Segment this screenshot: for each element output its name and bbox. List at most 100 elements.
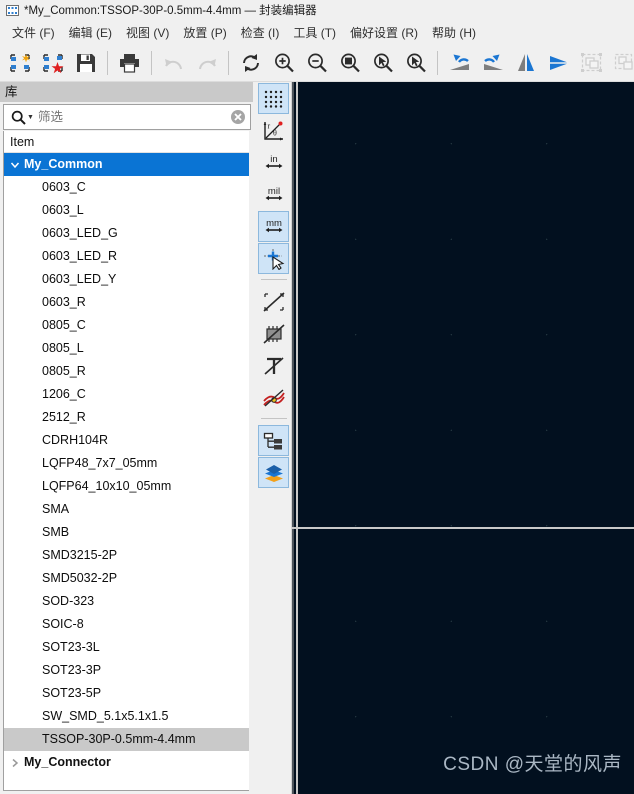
- chevron-down-icon[interactable]: [6, 160, 24, 170]
- search-icon[interactable]: [7, 110, 29, 125]
- menu-view[interactable]: 视图 (V): [119, 22, 176, 43]
- tree-group-my_connector[interactable]: My_Connector: [4, 751, 250, 774]
- canvas-left-rail: [292, 82, 294, 794]
- zoom-fit-icon[interactable]: [333, 46, 366, 80]
- zoom-selection-icon[interactable]: [399, 46, 432, 80]
- mirror-horizontal-icon[interactable]: [509, 46, 542, 80]
- library-tree[interactable]: Item My_Common 0603_C 0603_L 0603_LED_G 0603…: [3, 131, 251, 791]
- tree-item-sma[interactable]: SMA: [4, 498, 250, 521]
- mirror-vertical-icon[interactable]: [542, 46, 575, 80]
- tree-item-0805-l[interactable]: 0805_L: [4, 337, 250, 360]
- menu-edit[interactable]: 编辑 (E): [62, 22, 119, 43]
- tree-item-label: SMA: [42, 502, 70, 516]
- redo-icon[interactable]: [190, 46, 223, 80]
- canvas-grid-dots: [292, 82, 634, 794]
- zoom-in-icon[interactable]: [267, 46, 300, 80]
- tree-item-sot23-3l[interactable]: SOT23-3L: [4, 636, 250, 659]
- tree-item-smb[interactable]: SMB: [4, 521, 250, 544]
- show-graphic-outline-icon[interactable]: [258, 382, 289, 413]
- title-bar: *My_Common:TSSOP-30P-0.5mm-4.4mm — 封装编辑器: [0, 0, 634, 20]
- footprint-tree-icon[interactable]: [258, 425, 289, 456]
- tree-item-smd5032-2p[interactable]: SMD5032-2P: [4, 567, 250, 590]
- zoom-to-objects-icon[interactable]: [366, 46, 399, 80]
- show-text-sketch-icon[interactable]: [258, 350, 289, 381]
- window-title: *My_Common:TSSOP-30P-0.5mm-4.4mm — 封装编辑器: [24, 5, 317, 17]
- units-inches-icon[interactable]: in: [258, 147, 289, 178]
- tree-item-2512-r[interactable]: 2512_R: [4, 406, 250, 429]
- undo-icon[interactable]: [157, 46, 190, 80]
- rotate-cw-icon[interactable]: [476, 46, 509, 80]
- search-input[interactable]: [37, 110, 226, 124]
- layers-manager-icon[interactable]: [258, 457, 289, 488]
- tree-item-sw-smd-5-1x5-1x1-5[interactable]: SW_SMD_5.1x5.1x1.5: [4, 705, 250, 728]
- tree-group-my_common[interactable]: My_Common: [4, 153, 250, 176]
- tree-item-0603-led-r[interactable]: 0603_LED_R: [4, 245, 250, 268]
- polar-coordinates-icon[interactable]: r θ: [258, 115, 289, 146]
- menu-tools[interactable]: 工具 (T): [286, 22, 343, 43]
- tree-item-label: SOIC-8: [42, 617, 84, 631]
- zoom-out-icon[interactable]: [300, 46, 333, 80]
- tree-item-label: 0603_C: [42, 180, 86, 194]
- left-toolbar: r θ in mil mm: [256, 82, 292, 794]
- tree-item-0805-c[interactable]: 0805_C: [4, 314, 250, 337]
- tree-item-0805-r[interactable]: 0805_R: [4, 360, 250, 383]
- group-icon[interactable]: [575, 46, 608, 80]
- rotate-ccw-icon[interactable]: [443, 46, 476, 80]
- tree-column-header-item: Item: [4, 131, 250, 153]
- menu-file[interactable]: 文件 (F): [5, 22, 62, 43]
- show-footprint-sketch-icon[interactable]: [258, 318, 289, 349]
- tree-item-sod-323[interactable]: SOD-323: [4, 590, 250, 613]
- close-icon[interactable]: [226, 109, 250, 125]
- tree-item-0603-r[interactable]: 0603_R: [4, 291, 250, 314]
- pcb-canvas[interactable]: CSDN @天堂的风声: [292, 82, 634, 794]
- units-mm-icon[interactable]: mm: [258, 211, 289, 242]
- full-crosshair-cursor-icon[interactable]: [258, 243, 289, 274]
- tree-item-1206-c[interactable]: 1206_C: [4, 383, 250, 406]
- toolbar-separator: [228, 50, 229, 75]
- print-icon[interactable]: [113, 46, 146, 80]
- tree-body: My_Common 0603_C 0603_L 0603_LED_G 0603_LED_…: [4, 153, 250, 774]
- tree-item-smd3215-2p[interactable]: SMD3215-2P: [4, 544, 250, 567]
- tree-item-label: 0603_LED_G: [42, 226, 118, 240]
- tree-item-cdrh104r[interactable]: CDRH104R: [4, 429, 250, 452]
- tree-item-sot23-5p[interactable]: SOT23-5P: [4, 682, 250, 705]
- save-icon[interactable]: [69, 46, 102, 80]
- tree-item-label: 0603_LED_Y: [42, 272, 117, 286]
- library-filter-row: ▼: [3, 104, 251, 130]
- tree-item-label: SOT23-3P: [42, 663, 102, 677]
- tree-item-sot23-3p[interactable]: SOT23-3P: [4, 659, 250, 682]
- show-pads-sketch-icon[interactable]: [258, 286, 289, 317]
- new-footprint-icon[interactable]: [3, 46, 36, 80]
- tree-item-lqfp48-7x7-05mm[interactable]: LQFP48_7x7_05mm: [4, 452, 250, 475]
- tree-group-label: My_Common: [24, 157, 103, 171]
- new-footprint-from-wizard-icon[interactable]: [36, 46, 69, 80]
- tree-item-label: 1206_C: [42, 387, 86, 401]
- tree-item-label: 0805_C: [42, 318, 86, 332]
- tree-item-label: SOT23-3L: [42, 640, 100, 654]
- menu-help[interactable]: 帮助 (H): [425, 22, 483, 43]
- tree-item-tssop-30p-0-5mm-4-4mm[interactable]: TSSOP-30P-0.5mm-4.4mm: [4, 728, 250, 751]
- tree-item-label: 0805_L: [42, 341, 84, 355]
- canvas-origin-axis-horizontal: [292, 527, 634, 529]
- main-toolbar: [0, 44, 634, 82]
- toolbar-separator: [260, 279, 287, 280]
- tree-item-lqfp64-10x10-05mm[interactable]: LQFP64_10x10_05mm: [4, 475, 250, 498]
- tree-item-soic-8[interactable]: SOIC-8: [4, 613, 250, 636]
- chevron-down-icon[interactable]: ▼: [27, 114, 34, 121]
- menu-place[interactable]: 放置 (P): [176, 22, 233, 43]
- units-mils-icon[interactable]: mil: [258, 179, 289, 210]
- tree-item-0603-led-g[interactable]: 0603_LED_G: [4, 222, 250, 245]
- tree-item-label: LQFP48_7x7_05mm: [42, 456, 158, 470]
- ungroup-icon[interactable]: [608, 46, 634, 80]
- tree-item-0603-c[interactable]: 0603_C: [4, 176, 250, 199]
- chevron-right-icon[interactable]: [6, 758, 24, 768]
- tree-item-0603-l[interactable]: 0603_L: [4, 199, 250, 222]
- toolbar-separator: [437, 50, 438, 75]
- refresh-icon[interactable]: [234, 46, 267, 80]
- tree-item-label: LQFP64_10x10_05mm: [42, 479, 172, 493]
- tree-item-0603-led-y[interactable]: 0603_LED_Y: [4, 268, 250, 291]
- menu-inspect[interactable]: 检查 (I): [234, 22, 287, 43]
- toggle-grid-icon[interactable]: [258, 83, 289, 114]
- menu-preferences[interactable]: 偏好设置 (R): [343, 22, 425, 43]
- tree-item-label: SW_SMD_5.1x5.1x1.5: [42, 709, 169, 723]
